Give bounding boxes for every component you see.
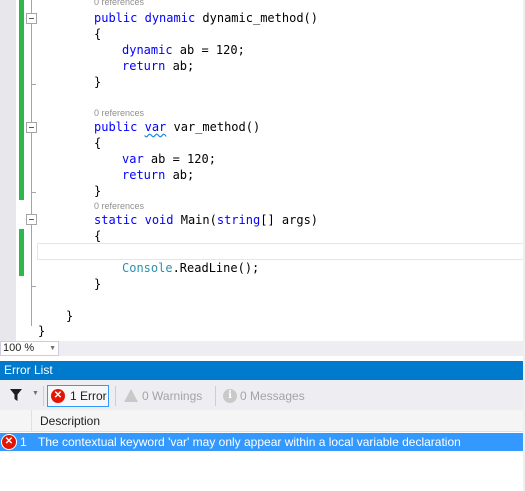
outline-end-tick [31,286,36,287]
codelens-references[interactable]: 0 references [94,0,144,8]
code-line[interactable]: } [94,183,101,199]
keyword-token: dynamic [144,11,196,25]
error-list-title[interactable]: Error List [0,361,525,380]
error-grid-header: Description [0,410,525,432]
keyword-token: public [94,120,138,134]
code-line[interactable]: { [94,135,101,151]
error-icon: ✕ [51,389,65,403]
code-token: ab; [165,59,195,73]
code-token: ab = 120; [172,43,245,57]
code-token: var_method() [166,120,261,134]
error-row-number: 1 [20,435,27,449]
errors-filter-toggle[interactable]: ✕ 1 Error [47,385,109,407]
code-line[interactable]: static void Main(string[] args) [94,212,318,228]
code-line[interactable]: dynamic ab = 120; [122,42,245,58]
outline-guide [31,133,32,214]
code-line[interactable]: public var var_method() [94,119,260,135]
keyword-token: dynamic [122,43,173,57]
zoom-level-value: 100 % [3,342,35,354]
error-list-toolbar: ▼ ✕ 1 Error 0 Warnings i 0 Messages [0,380,525,410]
outline-end-tick [31,192,36,193]
change-marker-bar [19,229,24,276]
editor-status-strip: 100 % ▼ [0,341,525,356]
keyword-token: string [216,213,261,227]
messages-count-label: 0 Messages [240,389,305,403]
collapse-toggle[interactable] [26,214,37,225]
code-token: ab = 120; [143,152,216,166]
glyph-margin[interactable] [0,0,16,341]
outline-guide [31,225,32,326]
zoom-level-dropdown[interactable]: 100 % ▼ [0,341,59,356]
code-line[interactable]: { [94,228,101,244]
chevron-down-icon: ▼ [32,390,39,397]
code-token: Main( [173,213,217,227]
chevron-down-icon: ▼ [49,345,56,352]
collapse-toggle[interactable] [26,122,37,133]
warnings-filter-toggle[interactable]: 0 Warnings [121,385,211,407]
codelens-references[interactable]: 0 references [94,107,144,119]
outline-guide [31,24,32,122]
keyword-token: static [94,213,138,227]
code-line[interactable]: return ab; [122,167,194,183]
code-line[interactable]: { [94,26,101,42]
messages-filter-toggle[interactable]: i 0 Messages [221,385,311,407]
code-editor[interactable]: 0 references public dynamic dynamic_meth… [0,0,525,341]
error-row-description: The contextual keyword 'var' may only ap… [38,435,461,449]
filter-dropdown-button[interactable]: ▼ [6,387,40,405]
error-row[interactable]: ✕ 1 The contextual keyword 'var' may onl… [0,433,523,451]
keyword-token: public [94,11,138,25]
column-header-icon[interactable] [0,410,32,432]
change-marker-bar [19,0,24,200]
keyword-token: return [122,168,166,182]
code-line[interactable]: public dynamic dynamic_method() [94,10,318,26]
code-line[interactable]: var ab = 120; [122,151,216,167]
toolbar-separator [215,386,216,406]
keyword-token: return [122,59,166,73]
info-icon: i [223,389,237,403]
column-header-description[interactable]: Description [40,410,100,432]
keyword-token: var [122,152,144,166]
code-token: dynamic_method() [195,11,318,25]
codelens-references[interactable]: 0 references [94,200,144,212]
code-token: [] args) [260,213,319,227]
code-line[interactable]: } [38,323,45,339]
code-line[interactable]: } [94,276,101,292]
errors-count-label: 1 Error [70,389,107,403]
toolbar-separator [115,386,116,406]
code-line[interactable]: } [66,308,73,324]
code-token: .ReadLine(); [172,261,260,275]
error-grid-empty-area[interactable] [0,451,525,491]
warning-icon [124,389,138,402]
error-icon: ✕ [1,434,17,450]
code-line[interactable]: } [94,74,101,90]
outline-guide [31,0,32,13]
keyword-token: void [144,213,174,227]
code-line[interactable]: Console.ReadLine(); [122,260,259,276]
code-line[interactable]: return ab; [122,58,194,74]
outline-end-tick [31,84,36,85]
current-line-highlight [37,243,525,260]
code-token: ab; [165,168,195,182]
type-token: Console [122,261,173,275]
warnings-count-label: 0 Warnings [142,389,203,403]
collapse-toggle[interactable] [26,13,37,24]
toolbar-separator [43,386,44,406]
error-squiggle-token[interactable]: var [145,120,167,134]
funnel-icon [10,389,22,401]
